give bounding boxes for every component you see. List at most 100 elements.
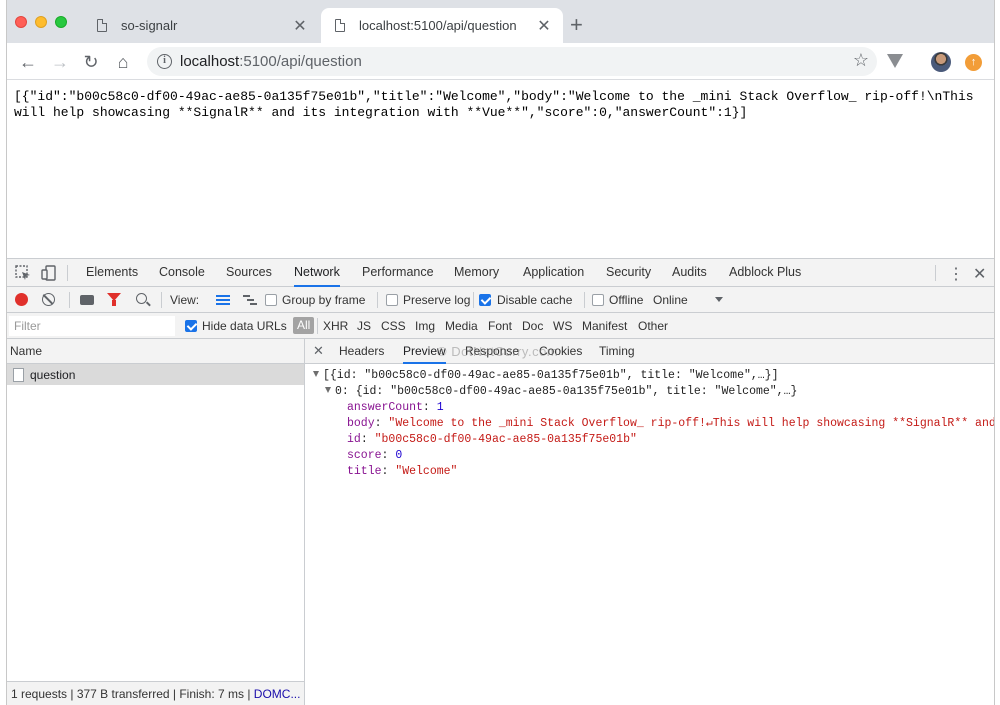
filter-type-js[interactable]: JS (357, 319, 371, 333)
forward-arrow-icon[interactable]: → (49, 51, 71, 73)
clear-icon[interactable] (42, 293, 55, 306)
filter-type-doc[interactable]: Doc (522, 319, 543, 333)
tree-root-row[interactable]: [{id: "b00c58c0-df00-49ac-ae85-0a135f75e… (313, 368, 778, 384)
screenshot-camera-icon[interactable] (80, 295, 94, 305)
address-url[interactable]: localhost:5100/api/question (180, 53, 362, 70)
filter-type-other[interactable]: Other (638, 319, 668, 333)
search-icon[interactable] (136, 293, 147, 304)
waterfall-overview-icon[interactable] (243, 295, 257, 305)
address-bar[interactable]: i localhost:5100/api/question ☆ (147, 47, 877, 76)
filter-type-font[interactable]: Font (488, 319, 512, 333)
request-row[interactable]: question (7, 364, 304, 385)
devtools-tab-console[interactable]: Console (159, 259, 205, 287)
browser-tab-api-question[interactable]: localhost:5100/api/question ✕ (321, 8, 563, 43)
divider (161, 292, 162, 308)
minimize-window-button[interactable] (35, 16, 47, 28)
detail-tab-timing[interactable]: Timing (599, 339, 635, 364)
hide-data-urls-checkbox[interactable] (185, 320, 197, 332)
filter-bar: Hide data URLs All XHR JS CSS Img Media … (7, 313, 994, 339)
home-icon[interactable]: ⌂ (112, 51, 134, 73)
throttling-select[interactable]: Online (653, 293, 688, 307)
back-arrow-icon[interactable]: ← (17, 51, 39, 73)
devtools-tab-performance[interactable]: Performance (362, 259, 434, 287)
network-status-bar: 1 requests | 377 B transferred | Finish:… (7, 681, 304, 705)
divider (473, 292, 474, 308)
close-tab-icon[interactable]: ✕ (289, 16, 311, 36)
close-devtools-icon[interactable]: ✕ (973, 264, 986, 284)
detail-tab-bar: ✕ Headers Preview Response Cookies Timin… (305, 339, 994, 364)
request-detail-pane: ✕ Headers Preview Response Cookies Timin… (305, 339, 995, 705)
property-value: "Welcome to the _mini Stack Overflow_ ri… (388, 417, 995, 430)
detail-tab-response[interactable]: Response (465, 339, 519, 364)
close-tab-icon[interactable]: ✕ (533, 16, 555, 36)
filter-type-css[interactable]: CSS (381, 319, 406, 333)
filter-input[interactable] (9, 316, 175, 336)
detail-tab-cookies[interactable]: Cookies (539, 339, 582, 364)
property-key: title (347, 465, 382, 478)
json-preview-tree: [{id: "b00c58c0-df00-49ac-ae85-0a135f75e… (305, 364, 995, 681)
tree-item-row[interactable]: 0: {id: "b00c58c0-df00-49ac-ae85-0a135f7… (325, 384, 797, 400)
property-value: 1 (436, 401, 444, 414)
maximize-window-button[interactable] (55, 16, 67, 28)
detail-tab-preview[interactable]: Preview (403, 339, 446, 364)
divider (69, 292, 70, 308)
reload-icon[interactable]: ↻ (80, 51, 102, 73)
divider (317, 318, 318, 334)
property-value: "b00c58c0-df00-49ac-ae85-0a135f75e01b" (374, 433, 637, 446)
chevron-down-icon[interactable] (715, 297, 723, 302)
tab-title: so-signalr (121, 18, 178, 33)
close-window-button[interactable] (15, 16, 27, 28)
profile-avatar[interactable] (931, 52, 951, 72)
devtools-tab-adblock-plus[interactable]: Adblock Plus (729, 259, 801, 287)
devtools-tab-network[interactable]: Network (294, 259, 340, 287)
tab-title: localhost:5100/api/question (359, 18, 517, 33)
domcontentloaded-time: DOMC... (253, 687, 301, 701)
bookmark-star-icon[interactable]: ☆ (853, 50, 869, 71)
disable-cache-checkbox[interactable] (479, 294, 491, 306)
tree-property-row: body: "Welcome to the _mini Stack Overfl… (347, 416, 995, 432)
property-key: score (347, 449, 382, 462)
device-toolbar-icon[interactable] (41, 265, 57, 281)
browser-tab-so-signalr[interactable]: so-signalr ✕ (83, 8, 319, 43)
kebab-menu-icon[interactable]: ⋮ (948, 264, 964, 284)
expand-triangle-icon[interactable] (313, 371, 319, 377)
devtools-tab-audits[interactable]: Audits (672, 259, 707, 287)
devtools-tab-elements[interactable]: Elements (86, 259, 138, 287)
preserve-log-checkbox[interactable] (386, 294, 398, 306)
new-tab-button[interactable]: + (570, 14, 583, 36)
divider (584, 292, 585, 308)
filter-type-manifest[interactable]: Manifest (582, 319, 627, 333)
devtools-tab-security[interactable]: Security (606, 259, 651, 287)
vue-devtools-extension-icon[interactable] (887, 54, 903, 68)
filter-type-img[interactable]: Img (415, 319, 435, 333)
array-summary: [{id: "b00c58c0-df00-49ac-ae85-0a135f75e… (323, 369, 779, 382)
group-by-frame-checkbox[interactable] (265, 294, 277, 306)
devtools-tab-memory[interactable]: Memory (454, 259, 499, 287)
view-label: View: (170, 293, 200, 307)
devtools-tab-sources[interactable]: Sources (226, 259, 272, 287)
filter-funnel-icon[interactable] (107, 293, 121, 306)
filter-type-all[interactable]: All (293, 317, 315, 334)
close-detail-icon[interactable]: ✕ (313, 343, 324, 359)
tree-property-row: title: "Welcome" (347, 465, 458, 478)
offline-checkbox[interactable] (592, 294, 604, 306)
large-rows-list-icon[interactable] (216, 295, 230, 305)
filter-type-ws[interactable]: WS (553, 319, 572, 333)
info-icon[interactable]: i (157, 54, 172, 69)
column-header-name[interactable]: Name (7, 339, 304, 364)
divider (377, 292, 378, 308)
tree-property-row: answerCount: 1 (347, 401, 444, 414)
record-icon[interactable] (15, 293, 28, 306)
raw-json-response: [{"id":"b00c58c0-df00-49ac-ae85-0a135f75… (14, 89, 982, 120)
expand-triangle-icon[interactable] (325, 387, 331, 393)
filter-type-media[interactable]: Media (445, 319, 478, 333)
inspect-element-icon[interactable] (15, 265, 31, 281)
update-icon[interactable]: ↑ (965, 54, 982, 71)
disable-cache-label: Disable cache (497, 293, 573, 307)
devtools-tab-application[interactable]: Application (523, 259, 584, 287)
devtools-tab-bar: Elements Console Sources Network Perform… (7, 259, 994, 287)
filter-type-xhr[interactable]: XHR (323, 319, 348, 333)
preserve-log-label: Preserve log (403, 293, 471, 307)
detail-tab-headers[interactable]: Headers (339, 339, 384, 364)
tab-strip: so-signalr ✕ localhost:5100/api/question… (7, 0, 994, 43)
